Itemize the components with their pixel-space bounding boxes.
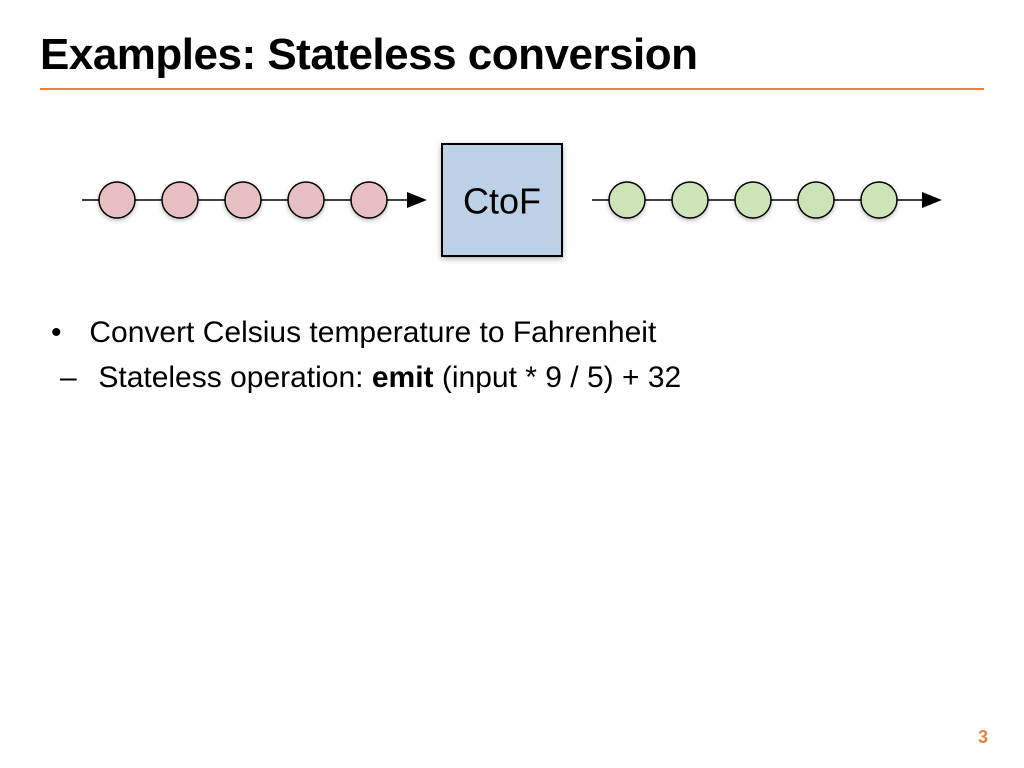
bullet-list: Convert Celsius temperature to Fahrenhei… <box>60 310 984 400</box>
stream-diagram-svg: CtoF <box>72 130 952 270</box>
slide: Examples: Stateless conversion CtoF <box>0 0 1024 768</box>
output-bead <box>735 182 771 218</box>
output-arrowhead-icon <box>922 192 942 208</box>
diagram: CtoF <box>40 130 984 270</box>
bullet-sub-prefix: Stateless operation: <box>98 361 372 394</box>
slide-title: Examples: Stateless conversion <box>40 30 984 80</box>
title-underline <box>40 88 984 90</box>
output-bead <box>609 182 645 218</box>
output-bead <box>861 182 897 218</box>
input-bead <box>288 182 324 218</box>
output-bead <box>672 182 708 218</box>
bullet-main-text: Convert Celsius temperature to Fahrenhei… <box>89 316 656 349</box>
output-bead <box>798 182 834 218</box>
processor-label: CtoF <box>463 181 541 222</box>
input-bead <box>99 182 135 218</box>
page-number: 3 <box>978 727 988 748</box>
input-arrowhead-icon <box>407 192 427 208</box>
input-bead <box>162 182 198 218</box>
bullet-sub-emit: emit <box>372 361 434 394</box>
bullet-sub: Stateless operation: emit (input * 9 / 5… <box>60 355 984 400</box>
input-bead <box>225 182 261 218</box>
input-bead <box>351 182 387 218</box>
bullet-sub-formula: (input * 9 / 5) + 32 <box>434 361 682 394</box>
bullet-main: Convert Celsius temperature to Fahrenhei… <box>60 310 984 400</box>
